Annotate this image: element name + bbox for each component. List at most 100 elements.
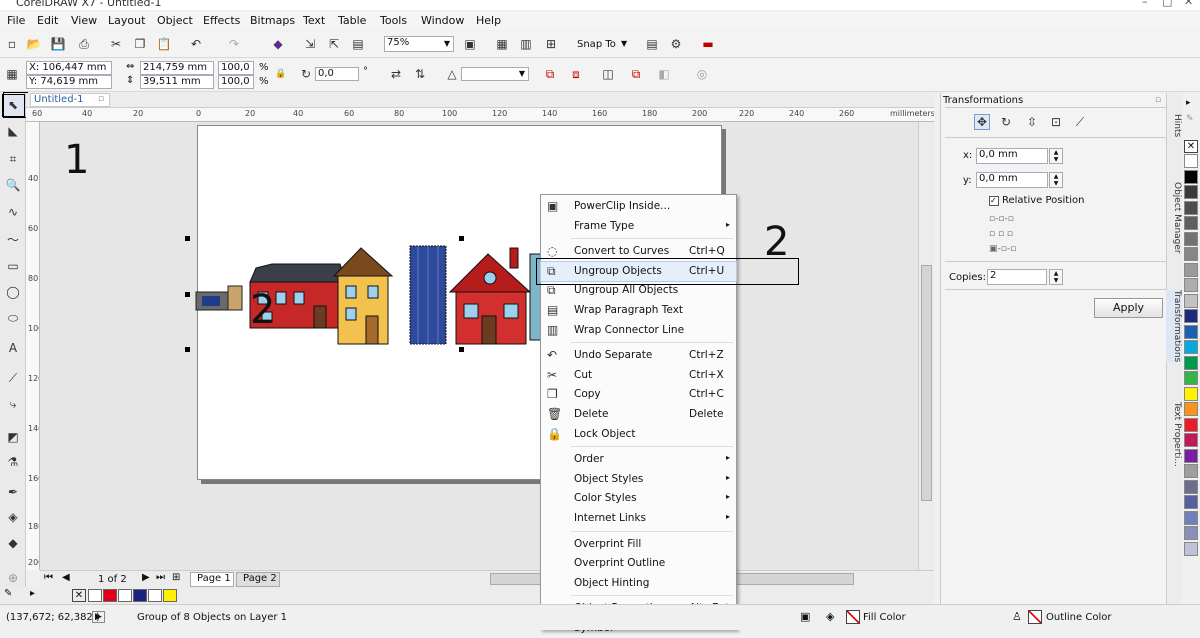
page-tab-2[interactable]: Page 2 (236, 572, 280, 587)
recent-color-swatch[interactable] (88, 589, 102, 602)
add-page-icon[interactable]: ⊞ (172, 572, 180, 583)
palette-swatch[interactable] (1184, 309, 1198, 323)
selection-handle[interactable] (185, 292, 190, 297)
menu-item[interactable]: Color Styles ▸ (541, 489, 736, 508)
palette-swatch[interactable] (1184, 433, 1198, 447)
skew-transform-icon[interactable]: ⟋ (1072, 114, 1088, 130)
palette-swatch[interactable] (1184, 324, 1198, 339)
blue-tower[interactable] (409, 245, 447, 345)
palette-swatch[interactable] (1184, 464, 1198, 478)
close-tab-icon[interactable]: ▫ (98, 94, 104, 104)
palette-swatch[interactable] (1184, 479, 1198, 494)
palette-swatch[interactable] (1184, 495, 1198, 509)
previous-page-icon[interactable]: ◀ (62, 572, 70, 583)
palette-swatch[interactable] (1184, 526, 1198, 540)
palette-swatch[interactable] (1184, 247, 1198, 261)
palette-arrow-icon[interactable]: ▸ (30, 588, 35, 599)
undo-icon: ↶ (547, 348, 558, 363)
palette-swatch[interactable] (1184, 185, 1198, 199)
selection-handle[interactable] (185, 236, 190, 241)
y-position-field[interactable]: 0,0 mm (976, 172, 1048, 188)
no-color-swatch[interactable]: ✕ (72, 589, 86, 602)
size-transform-icon[interactable]: ⊡ (1048, 114, 1064, 130)
no-fill-swatch[interactable]: ✕ (1184, 140, 1198, 153)
status-menu-icon[interactable]: ▶ (92, 611, 105, 623)
recent-color-swatch[interactable] (133, 589, 147, 602)
recent-color-swatch[interactable] (118, 589, 132, 602)
menu-item[interactable]: Order ▸ (541, 450, 736, 469)
menu-item[interactable]: ▤ Wrap Paragraph Text (541, 301, 736, 320)
palette-swatch[interactable] (1184, 278, 1198, 292)
menu-item[interactable]: 🔒 Lock Object (541, 425, 736, 444)
anchor-grid[interactable]: ▫-▫-▫ ▫ ▫ ▫ ▣-▫-▫ (989, 212, 1016, 257)
object-manager-tab[interactable]: Object Manager (1166, 182, 1182, 254)
menu-item-shortcut: Ctrl+Z (689, 349, 724, 362)
apply-button[interactable]: Apply (1094, 298, 1163, 318)
x-position-field[interactable]: 0,0 mm (976, 148, 1048, 164)
menu-item[interactable]: Internet Links ▸ (541, 509, 736, 528)
palette-swatch[interactable] (1184, 417, 1198, 432)
recent-color-swatch[interactable] (103, 589, 117, 602)
palette-swatch[interactable] (1184, 402, 1198, 416)
palette-scroll-up-icon[interactable]: ▸ (1186, 98, 1191, 108)
menu-item[interactable]: ▣ PowerClip Inside... (541, 197, 736, 216)
palette-swatch[interactable] (1184, 386, 1198, 401)
rotate-transform-icon[interactable]: ↻ (998, 114, 1014, 130)
menu-item[interactable]: ↶ Undo Separate Ctrl+Z (541, 346, 736, 365)
selection-handle[interactable] (459, 347, 464, 352)
palette-swatch[interactable] (1184, 154, 1198, 168)
docker-close-icon[interactable]: ▫ (1155, 95, 1161, 105)
recent-color-swatch[interactable] (163, 589, 177, 602)
position-transform-icon[interactable]: ✥ (974, 114, 990, 130)
page-tab-1[interactable]: Page 1 (190, 572, 234, 587)
hints-tab[interactable]: Hints (1166, 114, 1182, 137)
fill-color-swatch[interactable] (846, 610, 860, 624)
yellow-house[interactable] (332, 247, 394, 345)
copies-field[interactable]: 2 (987, 269, 1047, 285)
house-group[interactable] (190, 236, 550, 356)
palette-swatch[interactable] (1184, 262, 1198, 277)
menu-item[interactable]: ❐ Copy Ctrl+C (541, 385, 736, 404)
y-spinner[interactable]: ▲ ▼ (1049, 172, 1063, 188)
menu-item-label: Ungroup All Objects (574, 284, 679, 297)
vertical-scrollbar[interactable] (918, 122, 934, 570)
palette-swatch[interactable] (1184, 340, 1198, 354)
transformations-tab[interactable]: Transformations (1166, 290, 1182, 363)
copies-spinner[interactable]: ▲ ▼ (1049, 269, 1063, 285)
palette-swatch[interactable] (1184, 200, 1198, 215)
palette-swatch[interactable] (1184, 169, 1198, 184)
first-page-icon[interactable]: ⏮ (44, 572, 53, 583)
outline-color-swatch[interactable] (1028, 610, 1042, 624)
palette-options-icon[interactable]: ✎ (4, 588, 12, 599)
color-proofing-icon[interactable]: ▣ (800, 610, 810, 623)
last-page-icon[interactable]: ⏭ (156, 572, 165, 583)
palette-swatch[interactable] (1184, 216, 1198, 230)
next-page-icon[interactable]: ▶ (142, 572, 150, 583)
text-properties-tab[interactable]: Text Properti... (1166, 402, 1182, 467)
palette-swatch[interactable] (1184, 510, 1198, 525)
red-house[interactable] (448, 247, 532, 345)
palette-swatch[interactable] (1184, 293, 1198, 308)
small-house[interactable] (195, 285, 243, 311)
scale-transform-icon[interactable]: ⇳ (1024, 114, 1040, 130)
palette-swatch[interactable] (1184, 448, 1198, 463)
menu-item[interactable]: ▥ Wrap Connector Line (541, 321, 736, 340)
selection-handle[interactable] (185, 347, 190, 352)
palette-swatch[interactable] (1184, 231, 1198, 246)
x-spinner[interactable]: ▲ ▼ (1049, 148, 1063, 164)
menu-item[interactable]: Overprint Fill (541, 535, 736, 554)
menu-item[interactable]: Frame Type ▸ (541, 217, 736, 236)
palette-swatch[interactable] (1184, 355, 1198, 370)
recent-color-swatch[interactable] (148, 589, 162, 602)
relative-position-checkbox[interactable]: ✓ (989, 196, 999, 206)
palette-swatch[interactable] (1184, 541, 1198, 556)
palette-pen-icon[interactable]: ✎ (1186, 114, 1194, 124)
menu-item[interactable]: 🗑 Delete Delete (541, 405, 736, 424)
selection-handle[interactable] (459, 236, 464, 241)
vertical-scroll-thumb[interactable] (921, 265, 932, 501)
menu-item[interactable]: Object Styles ▸ (541, 470, 736, 489)
menu-item[interactable]: Object Hinting (541, 574, 736, 593)
menu-item[interactable]: Overprint Outline (541, 554, 736, 573)
menu-item[interactable]: ✂ Cut Ctrl+X (541, 366, 736, 385)
palette-swatch[interactable] (1184, 371, 1198, 385)
